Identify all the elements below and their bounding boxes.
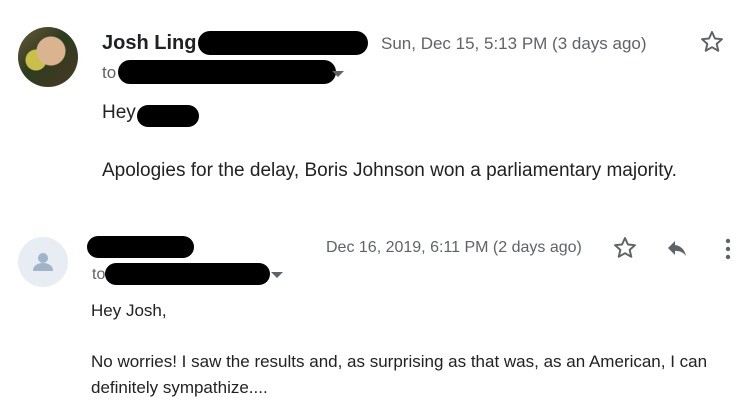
sender-name[interactable]: Josh Ling: [102, 32, 196, 55]
redacted-recipient: [105, 263, 270, 285]
redacted-recipient: [118, 60, 336, 84]
message-body-line-2: definitely sympathize....: [91, 378, 268, 397]
message-body-line-1: No worries! I saw the results and, as su…: [91, 352, 708, 371]
message-timestamp: Dec 16, 2019, 6:11 PM (2 days ago): [326, 239, 582, 256]
message-greeting: Hey: [102, 102, 136, 123]
message-body: Apologies for the delay, Boris Johnson w…: [102, 160, 677, 181]
message-greeting: Hey Josh,: [91, 301, 167, 320]
message-timestamp: Sun, Dec 15, 5:13 PM (3 days ago): [381, 34, 647, 53]
redacted-sender-email: [198, 31, 368, 55]
chevron-down-icon[interactable]: [332, 71, 344, 77]
recipient-to-label: to: [92, 266, 106, 283]
chevron-down-icon[interactable]: [271, 272, 283, 278]
star-icon[interactable]: [699, 29, 725, 55]
person-icon: [33, 253, 53, 271]
redacted-sender-name: [87, 236, 194, 258]
star-icon[interactable]: [612, 235, 638, 261]
avatar[interactable]: [18, 237, 68, 287]
sender-avatar[interactable]: [18, 27, 78, 87]
reply-icon[interactable]: [664, 236, 690, 260]
redacted-name: [137, 105, 199, 127]
recipient-to-label: to: [102, 63, 117, 82]
more-vert-icon[interactable]: [720, 236, 736, 262]
